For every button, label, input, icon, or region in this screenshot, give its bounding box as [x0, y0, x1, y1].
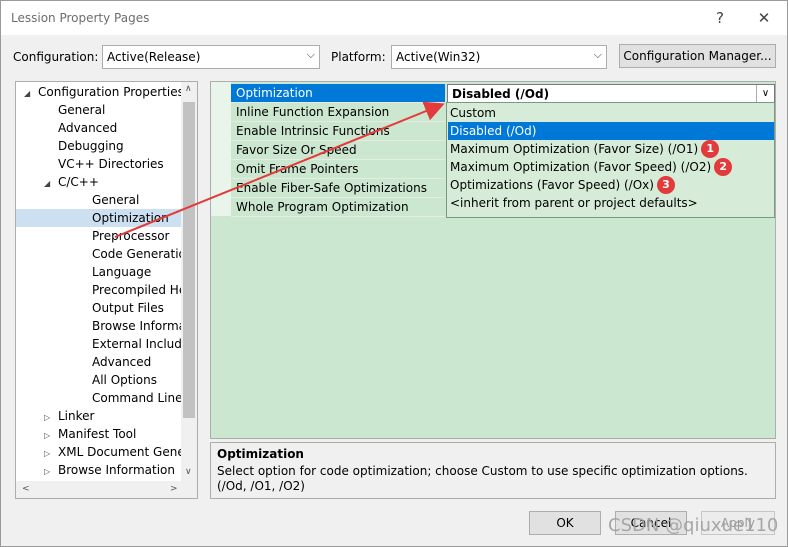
tree-item-label: Code Generation [92, 247, 194, 261]
property-row[interactable]: Enable Intrinsic Functions [231, 122, 445, 141]
dropdown-option[interactable]: Optimizations (Favor Speed) (/Ox) [448, 176, 774, 194]
dropdown-option-label: Custom [450, 106, 496, 120]
dropdown-option[interactable]: <inherit from parent or project defaults… [448, 194, 774, 212]
configuration-manager-button[interactable]: Configuration Manager... [619, 44, 776, 68]
tree-item[interactable]: VC++ Directories [16, 155, 182, 173]
configuration-label: Configuration: [13, 50, 99, 64]
optimization-dropdown-list: Custom Disabled (/Od) Maximum Optimization… [446, 102, 775, 218]
tree-item[interactable]: Debugging [16, 137, 182, 155]
chevron-down-icon[interactable]: ∨ [756, 85, 774, 103]
tree-item[interactable]: Advanced [16, 353, 182, 371]
scroll-right-icon[interactable]: > [170, 484, 178, 494]
close-icon[interactable]: ✕ [751, 7, 777, 29]
dropdown-option-label: Disabled (/Od) [450, 124, 537, 138]
tree-item[interactable]: Language [16, 263, 182, 281]
optimization-value-combo[interactable]: Disabled (/Od) ∨ [447, 84, 775, 104]
tree-item-label: All Options [92, 373, 157, 387]
tree-item[interactable]: ◢ C/C++ [16, 173, 182, 191]
property-row[interactable]: Omit Frame Pointers [231, 160, 445, 179]
tree-item-label: Command Line [92, 391, 183, 405]
expand-icon[interactable]: ▷ [44, 463, 54, 481]
tree-item[interactable]: ▷ Manifest Tool [16, 425, 182, 443]
tree-vertical-scrollbar[interactable]: ∧ ∨ [181, 82, 197, 482]
description-text: Select option for code optimization; cho… [217, 464, 748, 493]
tree-item[interactable]: ▷ XML Document Genera [16, 443, 197, 461]
tree-item-label: C/C++ [58, 175, 99, 189]
window-title: Lession Property Pages [11, 11, 150, 25]
tree-item-label: Browse Information [58, 463, 175, 477]
property-row[interactable]: Favor Size Or Speed [231, 141, 445, 160]
tree-item-label: Linker [58, 409, 95, 423]
tree-item-label: External Includes [92, 337, 196, 351]
property-row[interactable]: Inline Function Expansion [231, 103, 445, 122]
tree-item[interactable]: ◢ Configuration Properties [16, 83, 184, 101]
property-pages-dialog: Lession Property Pages ? ✕ Configuration… [0, 0, 788, 547]
scroll-down-icon[interactable]: ∨ [185, 467, 192, 477]
scroll-left-icon[interactable]: < [22, 484, 30, 494]
tree-item[interactable]: Browse Information [16, 317, 197, 335]
grid-gutter [211, 82, 231, 216]
scroll-up-icon[interactable]: ∧ [185, 84, 192, 94]
tree-item-label: Advanced [92, 355, 152, 369]
dropdown-option-label: Maximum Optimization (Favor Speed) (/O2) [450, 160, 712, 174]
scroll-thumb[interactable] [183, 102, 195, 418]
platform-label: Platform: [331, 50, 386, 64]
help-icon[interactable]: ? [707, 7, 733, 29]
tree-item[interactable]: Precompiled Heade [16, 281, 197, 299]
chevron-down-icon: ⌵ [593, 48, 602, 61]
platform-value: Active(Win32) [396, 50, 481, 64]
tree-item[interactable]: Output Files [16, 299, 182, 317]
tree-item-label: Optimization [92, 211, 169, 225]
dropdown-option[interactable]: Maximum Optimization (Favor Size) (/O1) [448, 140, 774, 158]
configuration-value: Active(Release) [107, 50, 201, 64]
number-badge: 3 [656, 176, 675, 194]
dropdown-option-label: Maximum Optimization (Favor Size) (/O1) [450, 142, 699, 156]
watermark: CSDN @qiuxue110 [608, 515, 779, 536]
description-panel: Optimization Select option for code opti… [210, 442, 776, 499]
tree-item-label: Configuration Properties [38, 85, 184, 99]
tree-item[interactable]: Optimization [16, 209, 182, 227]
tree-horizontal-scrollbar[interactable]: < > [16, 481, 197, 498]
tree-item-label: Output Files [92, 301, 164, 315]
tree-item-label: General [58, 103, 106, 117]
dropdown-option-label: <inherit from parent or project defaults… [450, 196, 698, 210]
dropdown-option[interactable]: Custom [448, 104, 774, 122]
ok-button[interactable]: OK [529, 511, 601, 535]
tree-item-label: General [92, 193, 140, 207]
tree-item[interactable]: All Options [16, 371, 182, 389]
title-bar: Lession Property Pages ? ✕ [1, 1, 787, 35]
tree-item-label: Advanced [58, 121, 118, 135]
tree-item[interactable]: General [16, 101, 182, 119]
tree-item-label: Manifest Tool [58, 427, 137, 441]
tree-item[interactable]: Preprocessor [16, 227, 182, 245]
tree-item-label: VC++ Directories [58, 157, 164, 171]
tree-item[interactable]: External Includes [16, 335, 196, 353]
tree-item[interactable]: ▷ Browse Information [16, 461, 182, 479]
property-row[interactable]: Optimization [231, 84, 445, 103]
tree-item-label: XML Document Genera [58, 445, 198, 459]
dropdown-option-label: Optimizations (Favor Speed) (/Ox) [450, 178, 654, 192]
chevron-down-icon: ⌵ [306, 48, 315, 61]
platform-select[interactable]: Active(Win32) ⌵ [391, 45, 607, 69]
property-row[interactable]: Enable Fiber-Safe Optimizations [231, 179, 445, 198]
tree-item-label: Preprocessor [92, 229, 170, 243]
tree-item-label: Language [92, 265, 152, 279]
property-tree: ◢ Configuration Properties General Advanced… [15, 81, 198, 499]
tree-item[interactable]: Command Line [16, 389, 183, 407]
optimization-current-value: Disabled (/Od) [452, 87, 550, 101]
configuration-select[interactable]: Active(Release) ⌵ [102, 45, 320, 69]
property-row[interactable]: Whole Program Optimization [231, 198, 445, 217]
tree-item[interactable]: Code Generation [16, 245, 193, 263]
tree-item[interactable]: ▷ Linker [16, 407, 182, 425]
description-heading: Optimization [217, 447, 304, 461]
tree-item[interactable]: General [16, 191, 182, 209]
tree-item[interactable]: Advanced [16, 119, 182, 137]
dropdown-option[interactable]: Disabled (/Od) [448, 122, 774, 140]
tree-item-label: Debugging [58, 139, 124, 153]
